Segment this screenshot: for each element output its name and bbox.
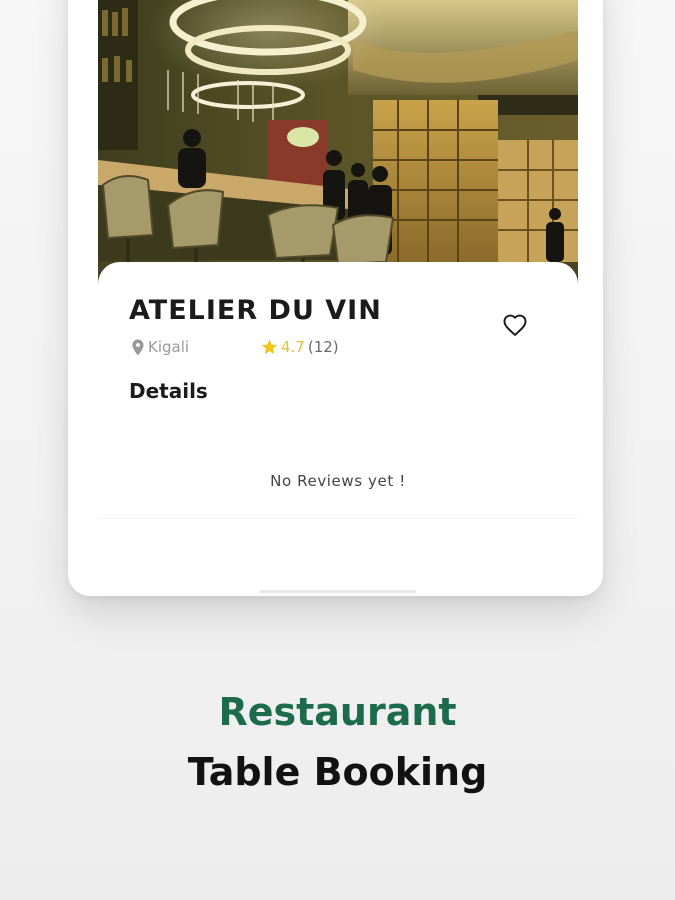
restaurant-location: Kigali	[131, 338, 189, 356]
home-indicator	[260, 590, 416, 593]
restaurant-hero-image	[98, 0, 578, 300]
restaurant-info-card: ATELIER DU VIN Kigali 4.7 (12) Details N…	[98, 262, 578, 518]
restaurant-name: ATELIER DU VIN	[129, 295, 382, 326]
heart-outline-icon	[503, 314, 527, 336]
promo-headline: Restaurant	[218, 690, 457, 734]
restaurant-rating: 4.7 (12)	[261, 338, 339, 356]
location-label: Kigali	[148, 338, 190, 356]
promo-subheadline: Table Booking	[187, 750, 488, 794]
no-reviews-message: No Reviews yet !	[270, 472, 406, 490]
restaurant-screen: ATELIER DU VIN Kigali 4.7 (12) Details N…	[98, 0, 578, 519]
details-section-heading[interactable]: Details	[129, 379, 208, 403]
rating-value: 4.7	[281, 338, 305, 356]
map-pin-icon	[132, 339, 144, 355]
star-icon	[261, 339, 278, 355]
review-count: (12)	[307, 338, 339, 356]
favorite-button[interactable]	[500, 310, 530, 340]
